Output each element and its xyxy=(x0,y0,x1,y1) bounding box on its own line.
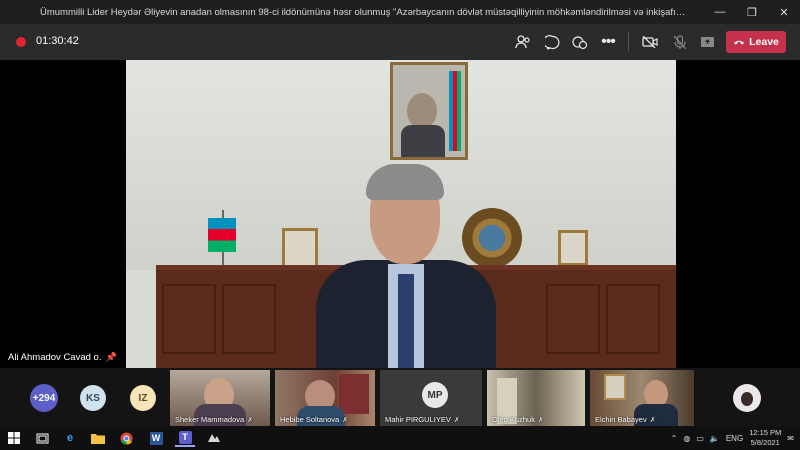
edge-icon[interactable]: e xyxy=(60,429,80,447)
minimize-icon[interactable]: — xyxy=(704,0,736,24)
participant-tile[interactable]: MP Mahir PIRGULIYEV ✗ xyxy=(380,370,482,426)
window-controls: — ❐ ✕ xyxy=(704,0,800,24)
participant-name: Hebibe Soltanova xyxy=(280,415,340,424)
windows-taskbar: e W T ⌃ ◍ ▭ 🔈 ENG 12:15 PM 5/8/2021 ✉ xyxy=(0,426,800,450)
clock-time: 12:15 PM xyxy=(749,428,782,437)
notification-icon[interactable]: ✉ xyxy=(787,434,794,443)
presenter-name-label: Ali Ahmadov Cavad o. 📌 xyxy=(8,352,117,363)
participant-name: Sheker Mammadova xyxy=(175,415,245,424)
presenter-name: Ali Ahmadov Cavad o. xyxy=(8,352,102,363)
leave-label: Leave xyxy=(749,36,779,48)
speaker-hair xyxy=(366,164,444,200)
chevron-up-icon[interactable]: ⌃ xyxy=(671,434,678,443)
share-icon[interactable] xyxy=(697,32,717,52)
pin-icon[interactable]: 📌 xyxy=(105,352,116,363)
participant-name: Mahir PIRGULIYEV xyxy=(385,415,451,424)
speaker-tie xyxy=(398,274,414,368)
app-icon[interactable] xyxy=(204,429,224,447)
mic-off-icon: ✗ xyxy=(537,416,544,424)
phone-hangup-icon xyxy=(733,36,745,48)
participant-avatar[interactable]: KS xyxy=(80,385,106,411)
clock[interactable]: 12:15 PM 5/8/2021 xyxy=(749,428,781,448)
participant-tile[interactable]: Hebibe Soltanova ✗ xyxy=(275,370,375,426)
toolbar-divider xyxy=(628,32,629,52)
window-titlebar: Ümummilli Lider Heydər Əliyevin anadan o… xyxy=(0,0,800,24)
leave-button[interactable]: Leave xyxy=(726,31,786,53)
participant-tile[interactable]: Oleg Kuzhuk ✗ xyxy=(487,370,585,426)
reactions-icon[interactable] xyxy=(570,32,590,52)
battery-icon[interactable]: ▭ xyxy=(696,434,704,443)
teams-icon[interactable]: T xyxy=(175,429,195,447)
volume-icon[interactable]: 🔈 xyxy=(710,434,720,443)
photo-frame xyxy=(282,228,318,268)
participant-gallery: +294 KS IZ Sheker Mammadova ✗ Hebibe Solt… xyxy=(0,368,800,426)
meeting-stage: Ali Ahmadov Cavad o. 📌 xyxy=(0,60,800,368)
meeting-toolbar: 01:30:42 ••• Leave xyxy=(0,24,800,60)
language-indicator[interactable]: ENG xyxy=(726,434,743,443)
camera-off-icon[interactable] xyxy=(640,32,660,52)
participant-avatar[interactable]: IZ xyxy=(130,385,156,411)
mic-off-icon[interactable] xyxy=(670,32,690,52)
photo-frame xyxy=(558,230,588,266)
more-icon[interactable]: ••• xyxy=(598,32,618,52)
participant-avatar-photo[interactable] xyxy=(733,384,761,412)
decorative-plate xyxy=(462,208,522,268)
participant-name: Elchin Babayev xyxy=(595,415,647,424)
mic-off-icon: ✗ xyxy=(453,416,460,424)
chat-icon[interactable] xyxy=(542,32,562,52)
desk-flag xyxy=(208,218,236,252)
mic-off-icon: ✗ xyxy=(649,416,656,424)
participant-name: Oleg Kuzhuk xyxy=(492,415,535,424)
participant-initials-avatar: MP xyxy=(422,382,448,408)
network-icon[interactable]: ◍ xyxy=(683,434,690,443)
file-explorer-icon[interactable] xyxy=(88,429,108,447)
task-view-icon[interactable] xyxy=(32,429,52,447)
clock-date: 5/8/2021 xyxy=(750,438,780,447)
mic-off-icon: ✗ xyxy=(247,416,254,424)
windows-icon[interactable] xyxy=(4,429,24,447)
participant-tile[interactable]: Sheker Mammadova ✗ xyxy=(170,370,270,426)
recording-indicator-icon xyxy=(16,37,26,47)
participant-tile[interactable]: Elchin Babayev ✗ xyxy=(590,370,694,426)
wall-portrait xyxy=(390,62,468,160)
participants-icon[interactable] xyxy=(513,32,533,52)
window-title: Ümummilli Lider Heydər Əliyevin anadan o… xyxy=(40,6,772,18)
maximize-icon[interactable]: ❐ xyxy=(736,0,768,24)
presenter-video[interactable] xyxy=(126,60,676,368)
mic-off-icon: ✗ xyxy=(342,416,349,424)
system-tray: ⌃ ◍ ▭ 🔈 ENG 12:15 PM 5/8/2021 ✉ xyxy=(671,428,794,448)
overflow-participants-badge[interactable]: +294 xyxy=(30,384,58,412)
word-icon[interactable]: W xyxy=(146,429,166,447)
close-icon[interactable]: ✕ xyxy=(768,0,800,24)
meeting-timer: 01:30:42 xyxy=(36,35,79,47)
chrome-icon[interactable] xyxy=(116,429,136,447)
